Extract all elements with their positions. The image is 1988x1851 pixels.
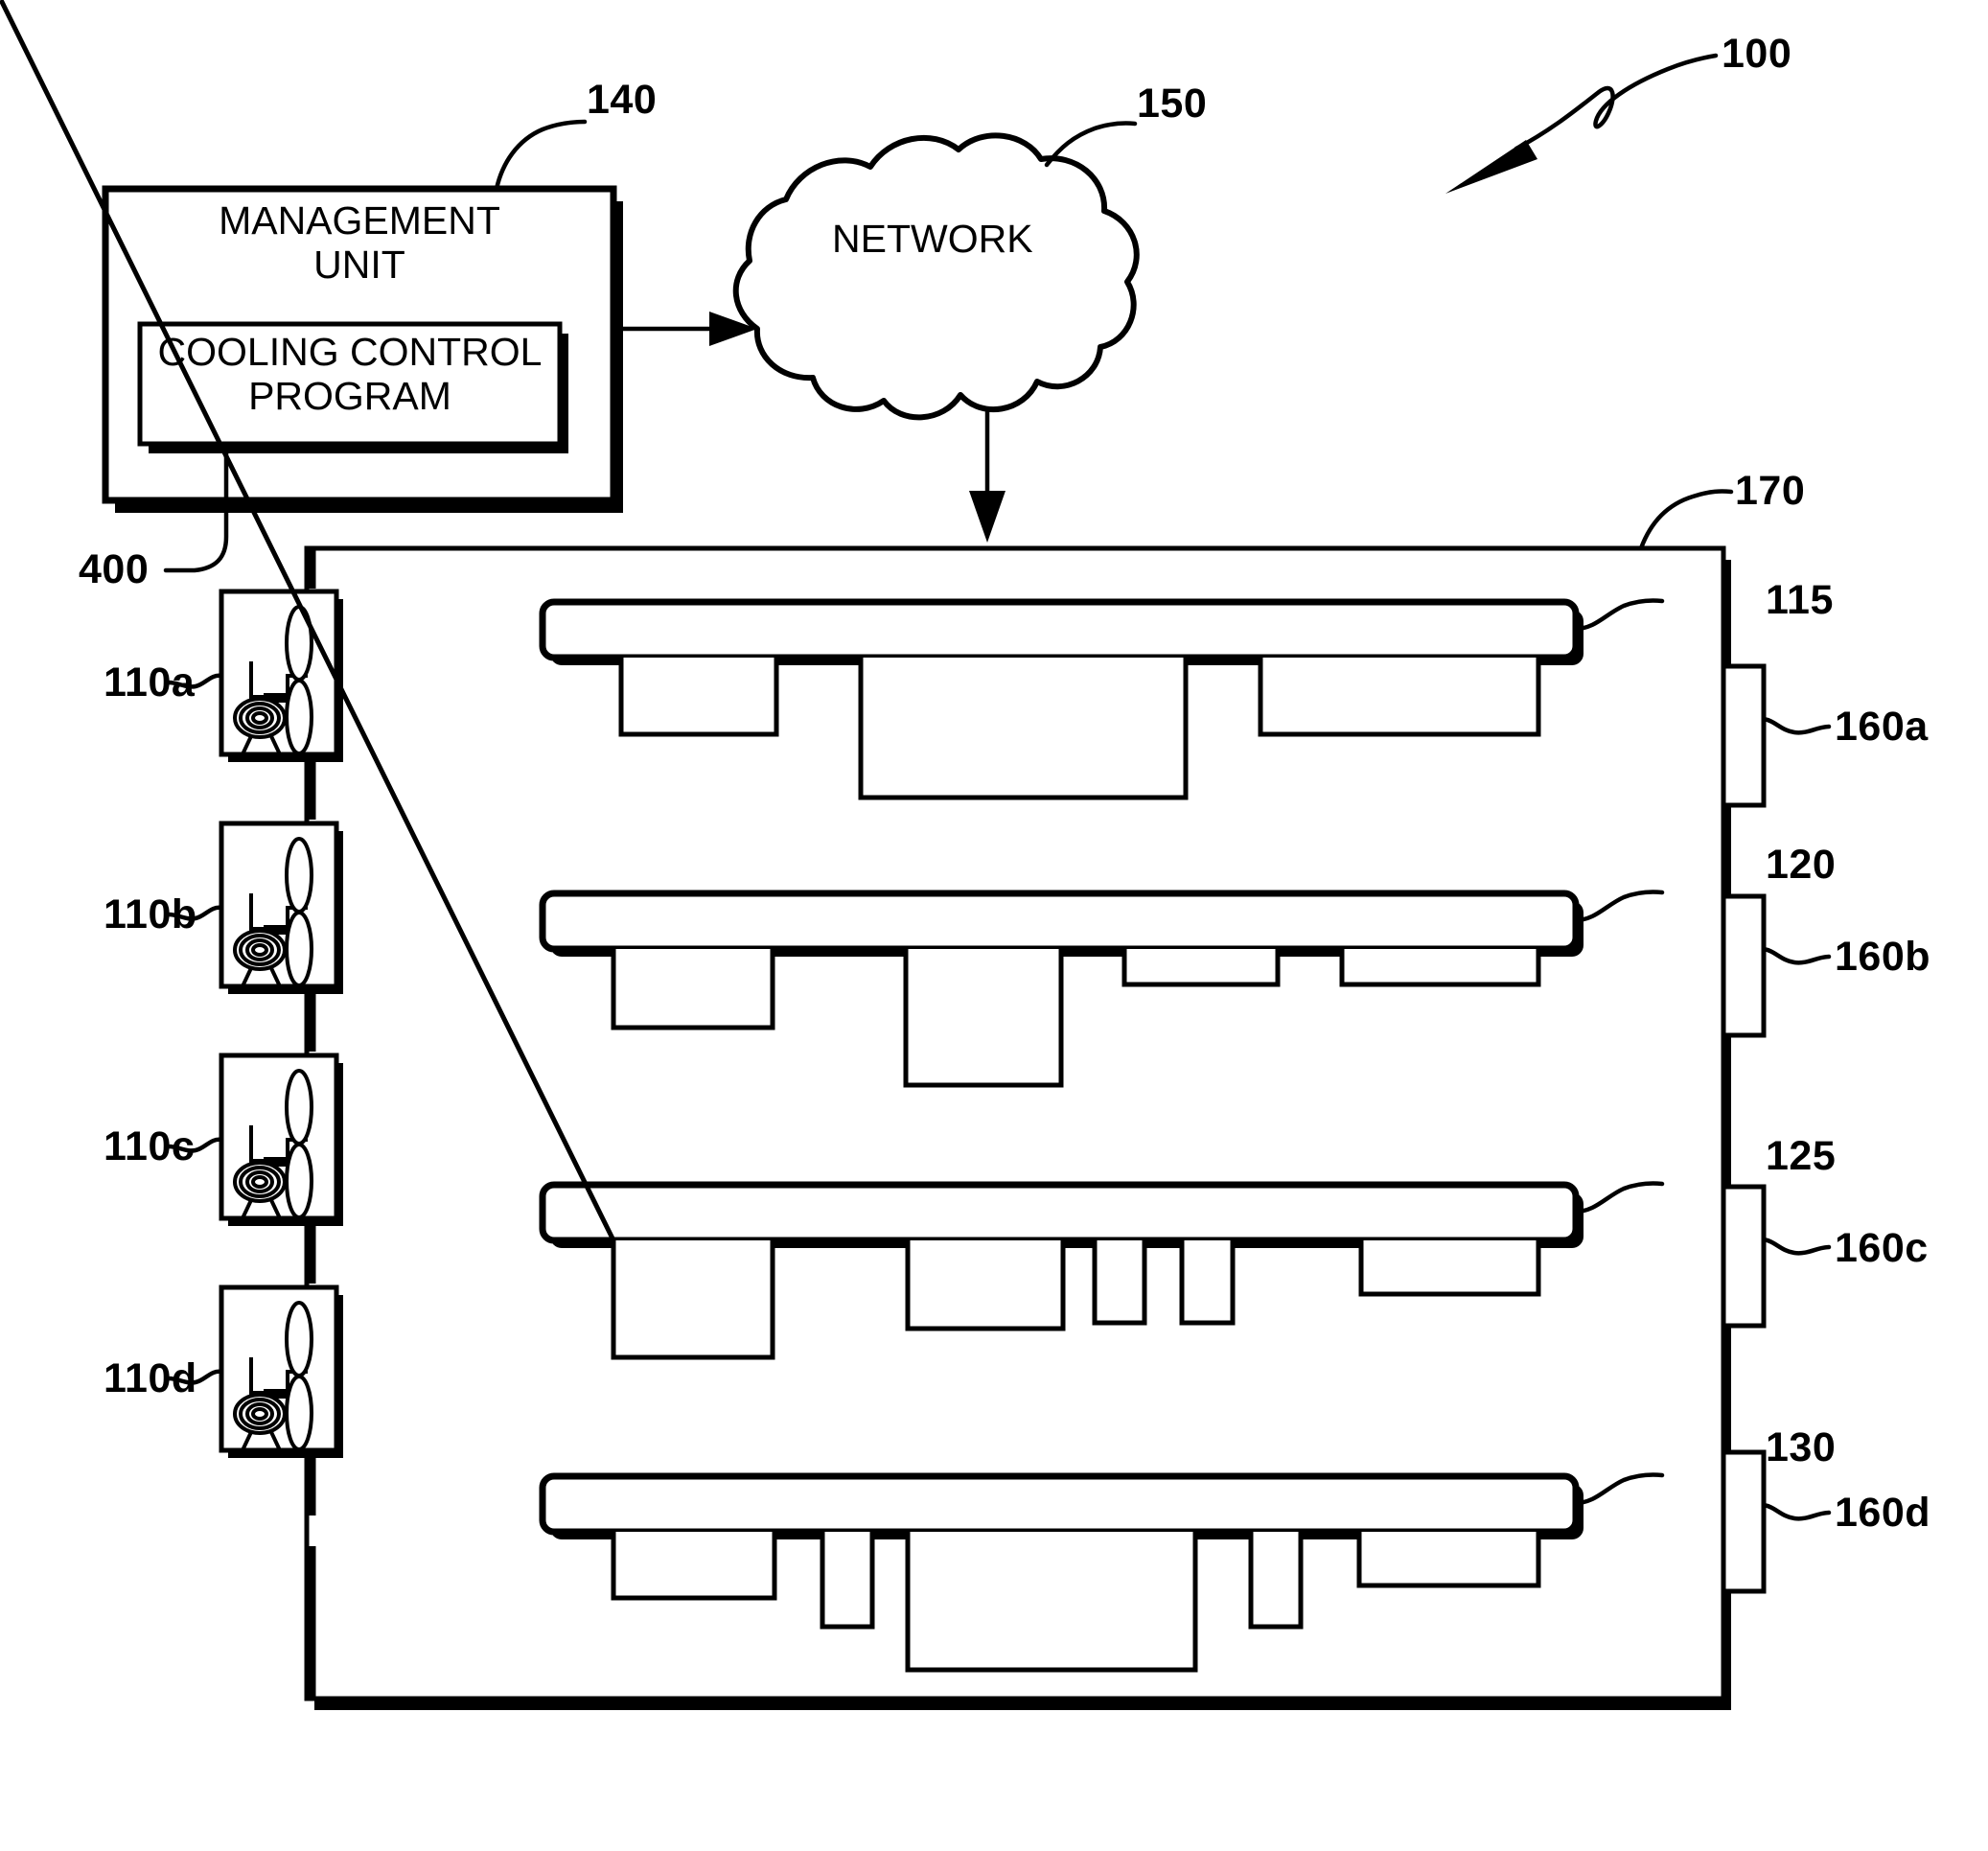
network-cloud [732,132,1140,421]
ref-110b: 110b [104,891,197,937]
sensor-b[interactable] [1721,893,1767,1038]
cooling-control-program-label: COOLING CONTROL PROGRAM [157,330,543,418]
ref-160a: 160a [1835,704,1929,750]
fan-module-c[interactable] [219,1053,343,1226]
ref-130: 130 [1766,1424,1837,1470]
ref-140: 140 [587,77,658,123]
ref-115: 115 [1766,577,1834,623]
ref-160d: 160d [1835,1490,1931,1536]
patent-figure: MANAGEMENT UNIT COOLING CONTROL PROGRAM … [0,0,1988,1851]
ref-140-leader [494,119,588,192]
management-unit-label: MANAGEMENT UNIT [219,198,500,287]
ref-170-leader [1638,489,1734,551]
ref-160b: 160b [1835,934,1931,980]
sensor-d[interactable] [1721,1449,1767,1594]
ref-110a: 110a [104,659,196,706]
network-label: NETWORK [832,217,1033,261]
ref-150: 150 [1137,81,1208,127]
ref-110d: 110d [104,1355,197,1401]
fan-module-a[interactable] [219,589,343,762]
ref-400: 400 [79,546,150,592]
ref-100: 100 [1722,31,1792,77]
ref-110c: 110c [104,1123,196,1169]
ref-120: 120 [1766,842,1837,888]
figure-ref-100-leader [1445,53,1719,194]
mgmt-to-network-arrow [617,312,757,346]
sensor-leaders [1761,716,1832,1521]
ref-160c: 160c [1835,1225,1929,1271]
fan-module-b[interactable] [219,821,343,994]
sensor-a[interactable] [1721,663,1767,808]
network-to-enclosure-arrow [969,408,1006,543]
fan-leaders [166,673,224,1385]
sensor-c[interactable] [1721,1184,1767,1329]
fan-module-d[interactable] [219,1284,343,1458]
ref-125: 125 [1766,1133,1837,1179]
ref-170: 170 [1735,468,1806,514]
